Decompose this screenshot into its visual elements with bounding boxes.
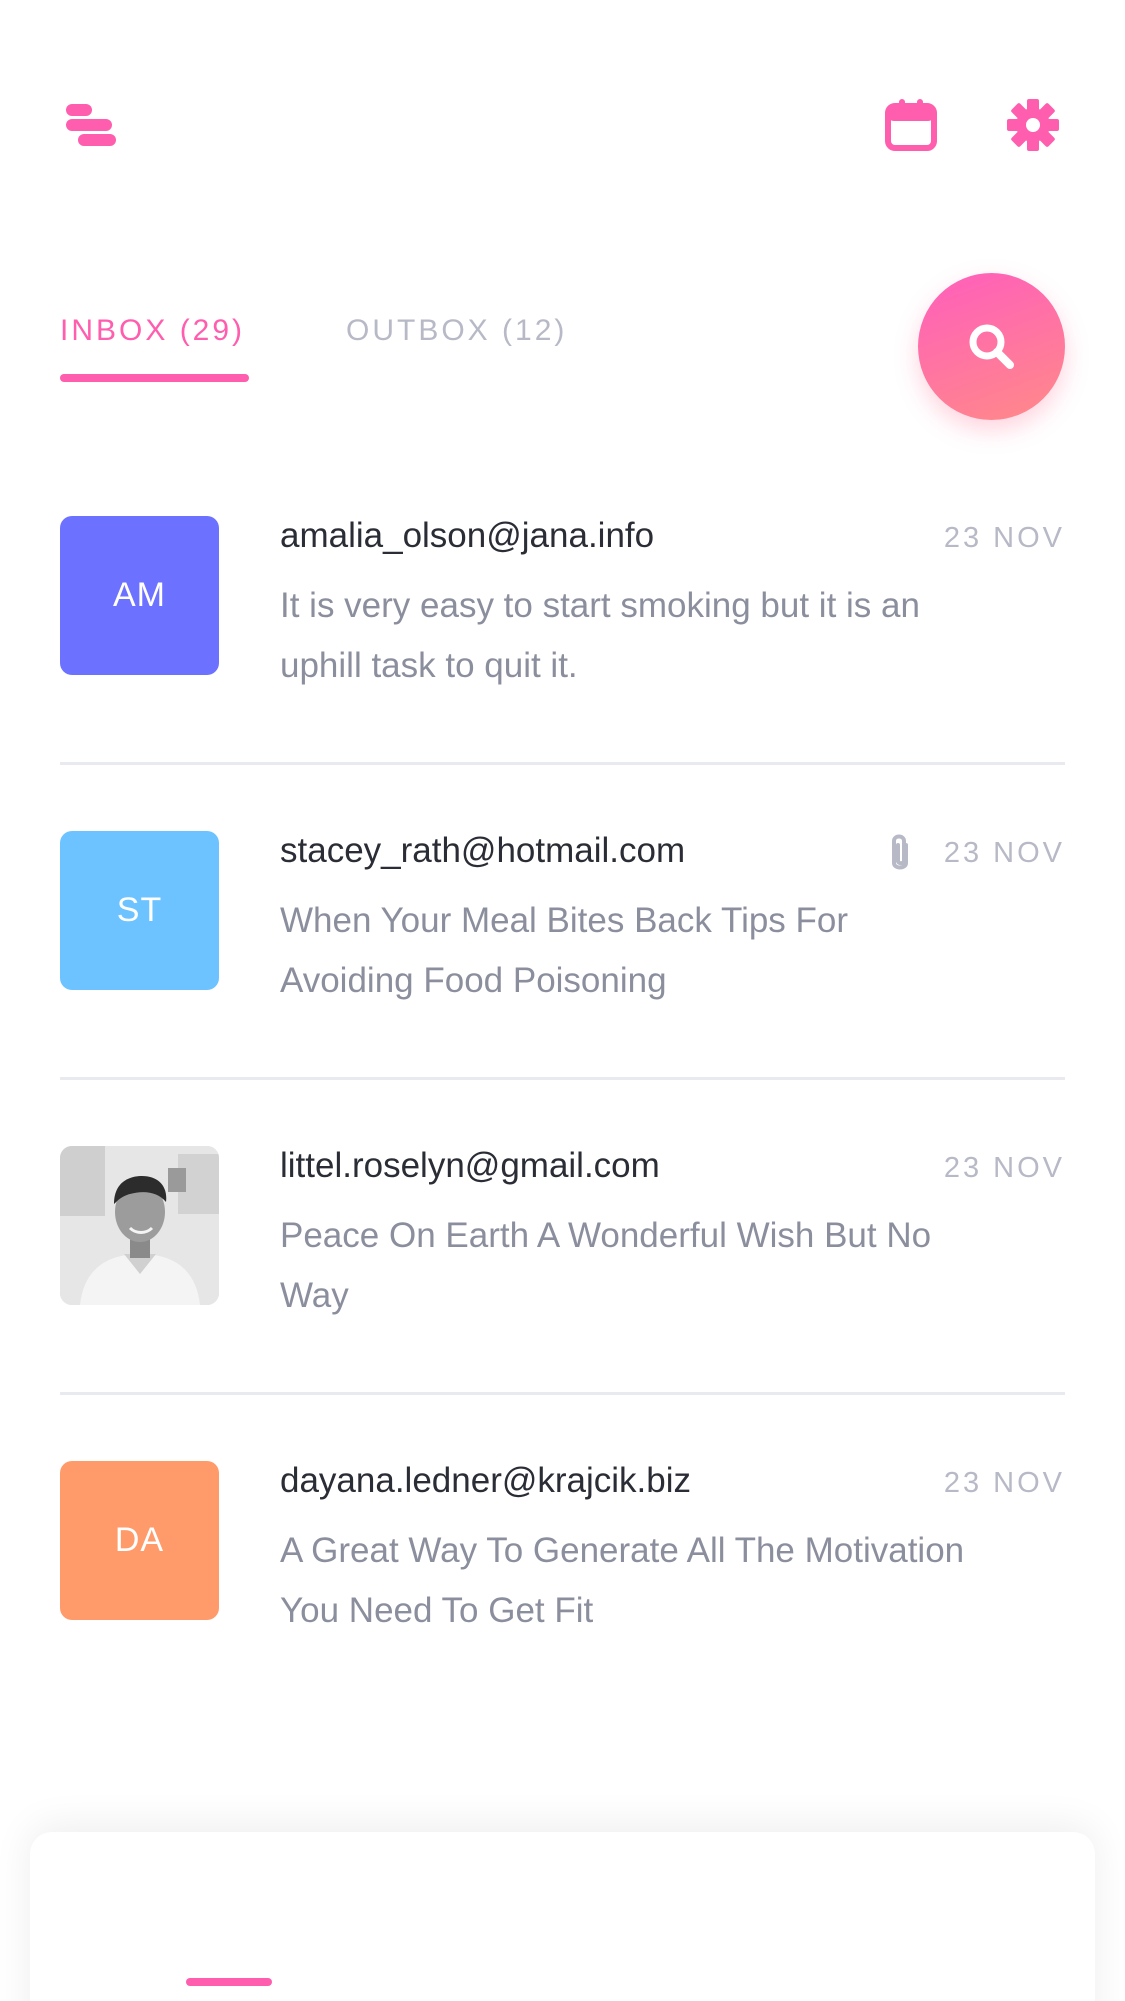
search-button[interactable] [918, 273, 1065, 420]
avatar: AM [60, 516, 219, 675]
calendar-icon[interactable] [883, 97, 939, 153]
avatar: DA [60, 1461, 219, 1620]
email-sender: stacey_rath@hotmail.com [280, 831, 686, 870]
email-date: 23 NOV [943, 837, 1065, 869]
bottom-sheet-indicator [186, 1978, 272, 1986]
menu-icon[interactable] [60, 98, 120, 150]
avatar: ST [60, 831, 219, 990]
gear-icon[interactable] [1005, 97, 1061, 153]
divider [60, 1392, 1065, 1395]
email-sender: littel.roselyn@gmail.com [280, 1146, 660, 1185]
inbox-screen: INBOX (29) OUTBOX (12) AM amalia_olson@j… [0, 0, 1125, 2001]
email-preview: When Your Meal Bites Back Tips For Avoid… [280, 901, 849, 1000]
email-list-item[interactable]: ST stacey_rath@hotmail.com 23 NOV When Y… [60, 831, 1065, 1001]
person-photo [60, 1146, 219, 1305]
tab-inbox[interactable]: INBOX (29) [60, 314, 245, 348]
email-preview: Peace On Earth A Wonderful Wish But No W… [280, 1216, 932, 1315]
email-date: 23 NOV [943, 1152, 1065, 1184]
email-list-item[interactable]: littel.roselyn@gmail.com 23 NOV Peace On… [60, 1146, 1065, 1316]
email-list-item[interactable]: AM amalia_olson@jana.info 23 NOV It is v… [60, 516, 1065, 686]
search-icon [969, 324, 1014, 369]
divider [60, 762, 1065, 765]
avatar [60, 1146, 219, 1305]
email-sender: amalia_olson@jana.info [280, 516, 655, 555]
email-list-item[interactable]: DA dayana.ledner@krajcik.biz 23 NOV A Gr… [60, 1461, 1065, 1631]
tab-outbox[interactable]: OUTBOX (12) [346, 314, 567, 348]
email-sender: dayana.ledner@krajcik.biz [280, 1461, 692, 1500]
email-preview: It is very easy to start smoking but it … [280, 586, 920, 685]
email-date: 23 NOV [943, 1467, 1065, 1499]
email-preview: A Great Way To Generate All The Motivati… [280, 1531, 965, 1630]
attachment-icon [880, 831, 920, 875]
active-tab-indicator [60, 374, 249, 382]
divider [60, 1077, 1065, 1080]
bottom-sheet[interactable] [30, 1832, 1095, 2001]
email-date: 23 NOV [943, 522, 1065, 554]
